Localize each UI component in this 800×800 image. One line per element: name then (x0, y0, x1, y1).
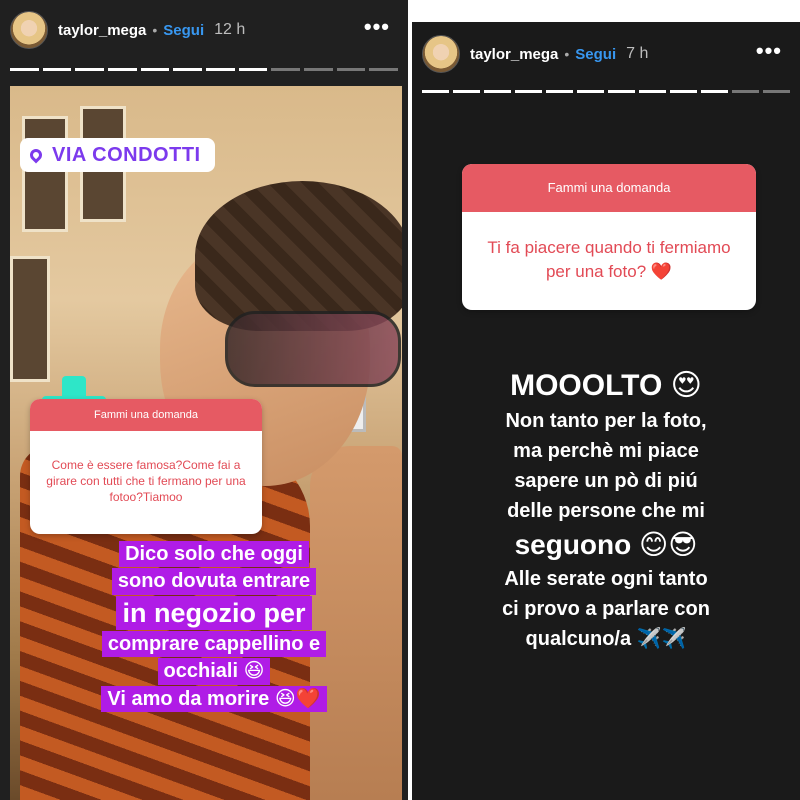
location-pin-icon (27, 146, 45, 164)
more-options-icon[interactable]: ••• (364, 14, 390, 40)
answer-line: ci provo a parlare con (502, 598, 710, 620)
separator-dot: • (152, 22, 158, 38)
question-sticker-header: Fammi una domanda (462, 164, 756, 212)
avatar[interactable] (422, 35, 460, 73)
answer-line: MOOOLTO 😍 (510, 369, 702, 402)
timestamp: 12 h (214, 21, 246, 38)
story-left: taylor_mega • Segui 12 h ••• VIA CONDOTT… (0, 0, 408, 800)
question-sticker-header: Fammi una domanda (30, 399, 262, 431)
answer-line: Non tanto per la foto, (505, 410, 707, 432)
building-window (10, 256, 50, 382)
caption-line: Dico solo che oggi (119, 541, 309, 568)
caption-line: Vi amo da morire 😆❤️ (101, 685, 327, 713)
location-label: VIA CONDOTTI (52, 143, 201, 166)
answer-line: Alle serate ogni tanto (504, 568, 708, 590)
question-sticker[interactable]: Fammi una domanda Come è essere famosa?C… (30, 399, 262, 534)
story-progress-bar (10, 68, 399, 71)
username[interactable]: taylor_mega (58, 22, 146, 39)
question-sticker[interactable]: Fammi una domanda Ti fa piacere quando t… (462, 164, 756, 310)
story-caption: Dico solo che oggi sono dovuta entrare i… (24, 541, 402, 713)
building-window (22, 116, 68, 232)
story-right: taylor_mega • Segui 7 h ••• Fammi una do… (412, 22, 800, 800)
question-sticker-text: Ti fa piacere quando ti fermiamo per una… (487, 238, 731, 281)
question-sticker-text: Come è essere famosa?Come fai a girare c… (46, 458, 246, 504)
caption-line: sono dovuta entrare (111, 568, 317, 595)
location-sticker[interactable]: VIA CONDOTTI (20, 138, 215, 172)
answer-line: qualcuno/a ✈️✈️ (525, 628, 687, 650)
story-progress-bar (422, 90, 790, 93)
follow-button[interactable]: Segui (163, 22, 204, 39)
sunglasses (225, 311, 401, 387)
avatar[interactable] (10, 11, 48, 49)
story-answer-text: MOOOLTO 😍 Non tanto per la foto, ma perc… (412, 366, 800, 654)
answer-line: seguono 😊😎 (514, 529, 698, 560)
answer-line: ma perchè mi piace (513, 440, 699, 462)
follow-button[interactable]: Segui (575, 46, 616, 63)
caption-line: in negozio per (116, 595, 312, 631)
timestamp: 7 h (626, 45, 649, 62)
caption-line: occhiali 😆 (157, 658, 271, 685)
story-header: taylor_mega • Segui 7 h ••• (412, 34, 800, 74)
answer-line: sapere un pò di piú (514, 470, 698, 492)
hat (195, 181, 402, 331)
caption-line: comprare cappellino e (101, 631, 327, 658)
story-photo[interactable]: VIA CONDOTTI Fammi una domanda Come è es… (10, 86, 402, 800)
story-header: taylor_mega • Segui 12 h ••• (0, 10, 408, 50)
separator-dot: • (564, 46, 570, 62)
answer-line: delle persone che mi (507, 500, 705, 522)
more-options-icon[interactable]: ••• (756, 38, 782, 64)
username[interactable]: taylor_mega (470, 46, 558, 63)
